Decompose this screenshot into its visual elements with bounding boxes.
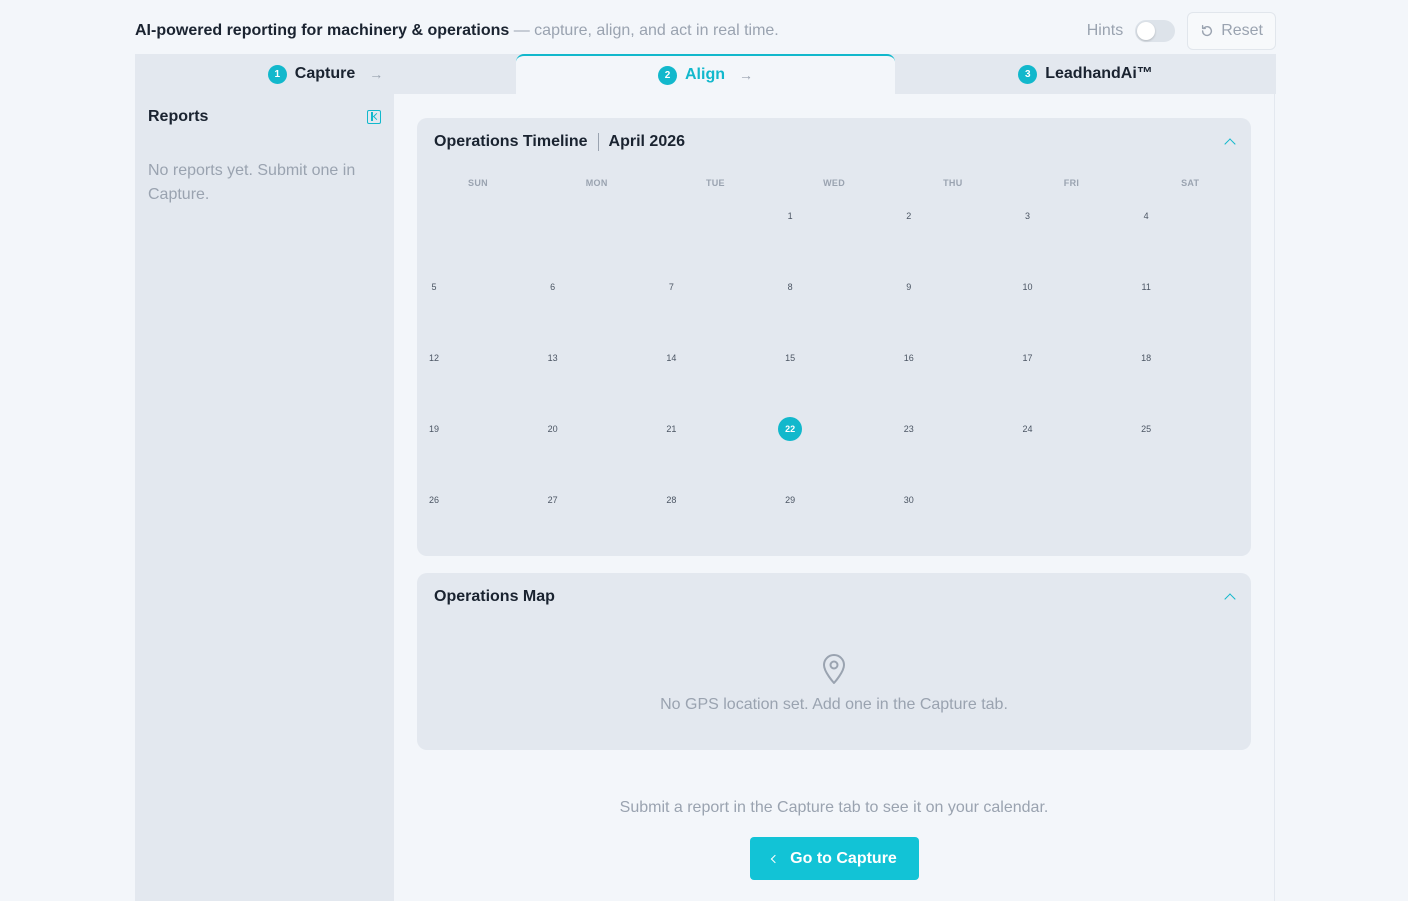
map-empty-state: No GPS location set. Add one in the Capt… (417, 653, 1251, 714)
cta-text: Submit a report in the Capture tab to se… (619, 799, 1049, 816)
reset-button[interactable]: Reset (1187, 12, 1276, 50)
weekday-label: SAT (1181, 178, 1200, 188)
top-bar: AI-powered reporting for machinery & ope… (135, 12, 1276, 50)
calendar-day[interactable]: 9 (897, 275, 921, 299)
tagline: AI-powered reporting for machinery & ope… (135, 22, 779, 40)
go-to-capture-button[interactable]: Go to Capture (750, 837, 919, 880)
title-divider (597, 133, 599, 151)
calendar-day[interactable]: 1 (778, 204, 802, 228)
collapse-sidebar-icon[interactable] (367, 110, 381, 124)
calendar-day[interactable]: 6 (541, 275, 565, 299)
sidebar-empty-text: No reports yet. Submit one in Capture. (148, 162, 356, 203)
tab-label: LeadhandAi™ (1045, 65, 1153, 82)
chevron-up-icon[interactable] (1224, 138, 1236, 150)
tab-label: Align (685, 66, 725, 83)
weekday-label: THU (943, 178, 963, 188)
calendar-day[interactable]: 26 (422, 488, 446, 512)
tab-capture[interactable]: 1 Capture → (135, 54, 516, 94)
calendar-day[interactable]: 15 (778, 346, 802, 370)
weekday-label: SUN (468, 178, 488, 188)
calendar-day[interactable]: 24 (1016, 417, 1040, 441)
timeline-title: Operations Timeline (434, 133, 588, 150)
calendar-day[interactable]: 7 (659, 275, 683, 299)
calendar-day[interactable]: 11 (1134, 275, 1158, 299)
calendar-day[interactable]: 18 (1134, 346, 1158, 370)
weekday-label: TUE (705, 178, 725, 188)
chevron-left-icon (770, 854, 780, 863)
main-content: Operations Timeline April 2026 SUN MON TUE… (394, 94, 1275, 901)
calendar-title: Operations Timeline April 2026 (434, 133, 685, 151)
reports-sidebar: Reports No reports yet. Submit one in Ca… (135, 94, 394, 901)
calendar-day[interactable]: 10 (1016, 275, 1040, 299)
operations-map-card: Operations Map No GPS location set. Add … (417, 573, 1251, 750)
calendar-day[interactable]: 4 (1134, 204, 1158, 228)
calendar-day[interactable]: 14 (659, 346, 683, 370)
tagline-strong: AI-powered reporting for machinery & ope… (135, 22, 510, 39)
calendar-day[interactable]: 23 (897, 417, 921, 441)
step-badge: 2 (658, 65, 677, 85)
calendar-day[interactable]: 17 (1016, 346, 1040, 370)
card-header: Operations Timeline April 2026 (417, 118, 1251, 166)
tab-align[interactable]: 2 Align → (516, 54, 895, 94)
arrow-right-icon: → (739, 67, 753, 83)
reset-icon (1202, 25, 1213, 37)
tagline-muted: — capture, align, and act in real time. (509, 22, 779, 39)
calendar-day[interactable]: 20 (541, 417, 565, 441)
toggle-knob (1137, 22, 1156, 40)
calendar-day[interactable]: 16 (897, 346, 921, 370)
button-label: Go to Capture (790, 849, 897, 867)
arrow-right-icon: → (369, 66, 384, 82)
card-header: Operations Map (417, 573, 1251, 621)
calendar-day[interactable]: 25 (1134, 417, 1158, 441)
calendar-day[interactable]: 29 (778, 488, 802, 512)
calendar-day[interactable]: 5 (422, 275, 446, 299)
chevron-up-icon[interactable] (1224, 593, 1236, 605)
calendar-day[interactable]: 21 (659, 417, 683, 441)
step-badge: 1 (267, 64, 287, 84)
calendar-month: April 2026 (608, 133, 686, 150)
tab-leadhandai[interactable]: 3 LeadhandAi™ (895, 54, 1276, 94)
calendar-day-today[interactable]: 22 (778, 417, 803, 441)
calendar-day[interactable]: 3 (1016, 204, 1040, 228)
tab-label: Capture (294, 65, 356, 82)
sidebar-title: Reports (148, 108, 209, 125)
calendar-day[interactable]: 27 (541, 488, 565, 512)
calendar-day[interactable]: 28 (659, 488, 683, 512)
calendar-day[interactable]: 13 (541, 346, 565, 370)
weekday-label: FRI (1063, 178, 1080, 188)
reset-label: Reset (1221, 22, 1263, 39)
map-title: Operations Map (434, 588, 555, 605)
calendar-day[interactable]: 30 (897, 488, 921, 512)
step-badge: 3 (1018, 64, 1038, 84)
weekday-label: WED (823, 178, 846, 188)
operations-timeline-card: Operations Timeline April 2026 SUN MON TUE… (417, 118, 1251, 556)
map-empty-text: No GPS location set. Add one in the Capt… (660, 696, 1008, 713)
top-controls: Hints Reset (1087, 12, 1276, 50)
sidebar-header: Reports (148, 108, 381, 126)
weekday-row: SUN MON TUE WED THU FRI SAT (417, 178, 1251, 192)
hints-label: Hints (1086, 22, 1124, 39)
weekday-label: MON (585, 178, 608, 188)
hints-toggle[interactable] (1135, 20, 1176, 42)
map-pin-icon (823, 654, 845, 684)
calendar-day[interactable]: 8 (778, 275, 802, 299)
calendar-day[interactable]: 2 (897, 204, 921, 228)
calendar-day[interactable]: 12 (422, 346, 446, 370)
step-tabs: 1 Capture → 2 Align → 3 LeadhandAi™ (135, 54, 1276, 94)
calendar-day[interactable]: 19 (422, 417, 446, 441)
